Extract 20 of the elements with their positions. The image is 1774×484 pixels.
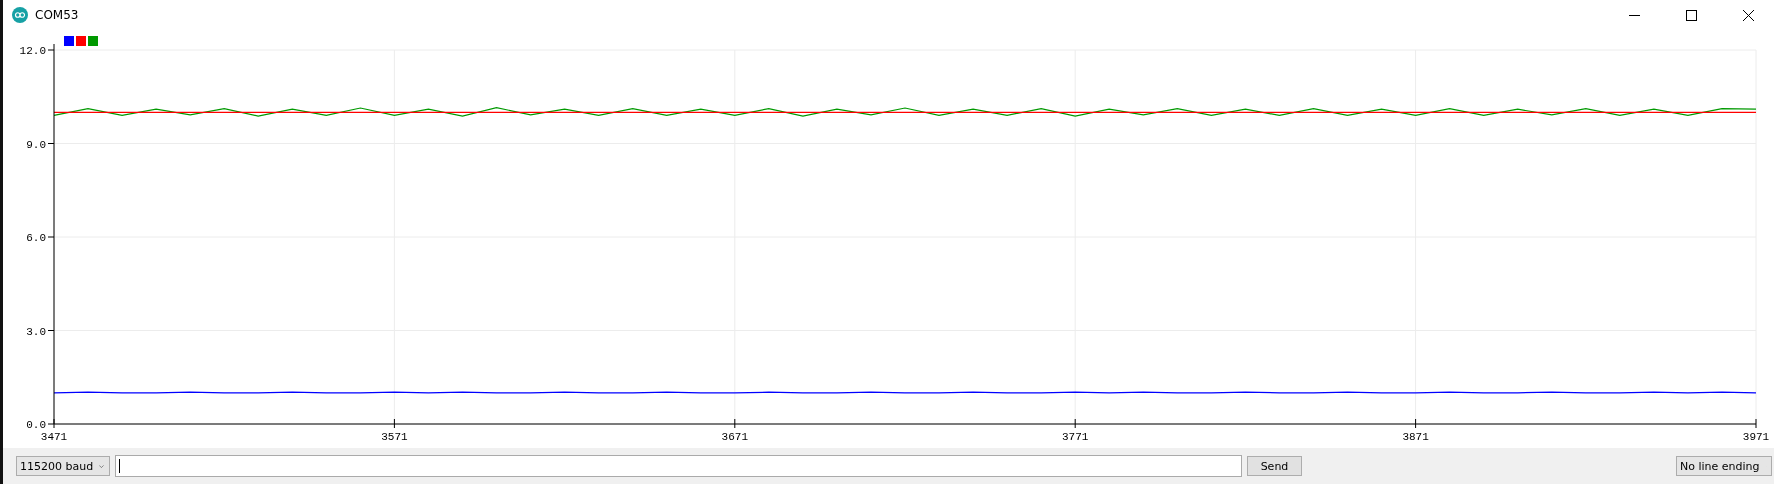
- maximize-icon[interactable]: [1686, 9, 1697, 21]
- app-icon: [12, 7, 28, 23]
- x-tick-label: 3471: [40, 431, 68, 443]
- chevron-icon: [99, 463, 104, 469]
- y-tick-label: 6.0: [26, 232, 46, 244]
- x-tick-label: 3771: [1062, 431, 1089, 443]
- window-title: COM53: [35, 8, 79, 22]
- close-icon[interactable]: [1743, 9, 1754, 21]
- x-tick-label: 3571: [381, 431, 408, 443]
- send-button[interactable]: Send: [1247, 456, 1302, 476]
- x-tick-label: 3671: [721, 431, 748, 443]
- x-tick-label: 3971: [1742, 431, 1770, 443]
- y-tick-label: 9.0: [26, 138, 46, 151]
- y-tick-label: 3.0: [26, 325, 46, 338]
- y-tick-label: 12.0: [19, 45, 46, 57]
- input-field[interactable]: [115, 455, 1242, 477]
- baud-dropdown[interactable]: 115200 baud: [16, 456, 110, 476]
- line-ending-dropdown[interactable]: No line ending: [1676, 456, 1772, 476]
- y-tick-label: 0.0: [26, 419, 46, 431]
- x-tick-label: 3871: [1402, 431, 1429, 443]
